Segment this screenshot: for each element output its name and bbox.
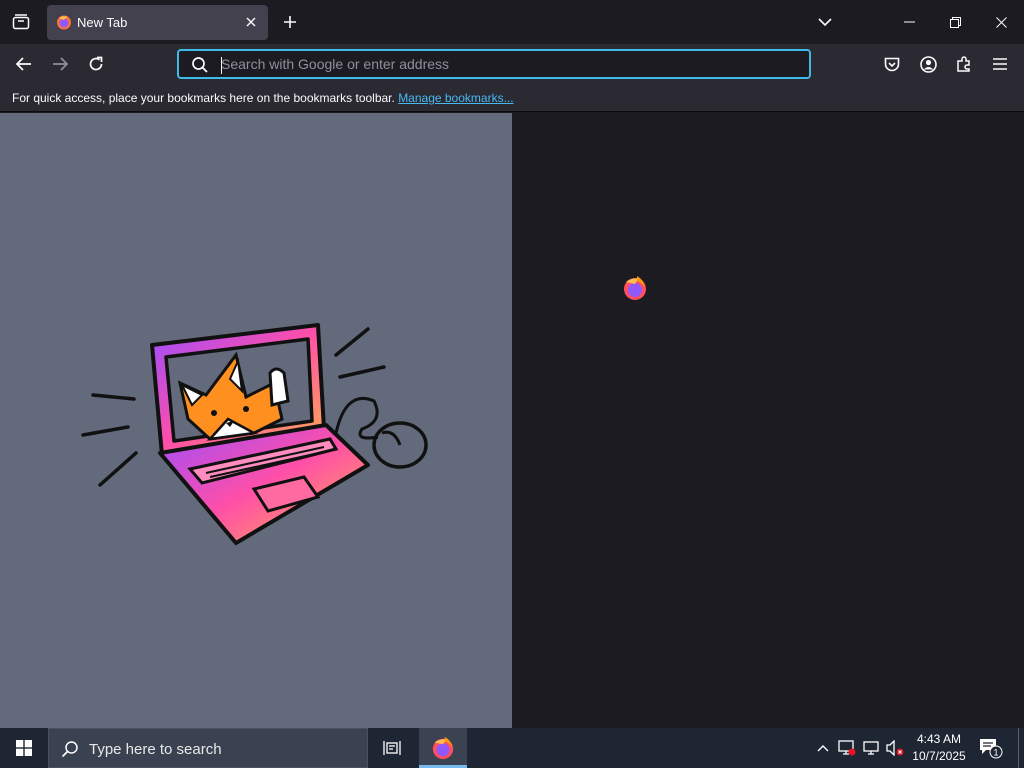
minimize-button[interactable] — [886, 0, 932, 44]
show-desktop-button[interactable] — [1018, 728, 1024, 768]
chevron-down-icon — [818, 18, 832, 26]
tray-security-icon-button[interactable] — [837, 738, 857, 758]
manage-bookmarks-link[interactable]: Manage bookmarks... — [398, 91, 513, 105]
network-icon — [863, 741, 879, 755]
clock-date: 10/7/2025 — [912, 749, 966, 763]
close-tab-button[interactable] — [242, 13, 260, 31]
plus-icon — [284, 16, 296, 28]
bookmarks-message-text: For quick access, place your bookmarks h… — [12, 91, 399, 105]
save-to-pocket-button[interactable] — [878, 50, 906, 78]
reload-icon — [89, 56, 103, 71]
show-hidden-icons-button[interactable] — [813, 738, 833, 758]
tab-strip: New Tab — [0, 0, 1024, 44]
firefox-icon — [57, 15, 71, 30]
account-button[interactable] — [914, 50, 942, 78]
task-view-button[interactable] — [370, 728, 414, 768]
application-menu-button[interactable] — [986, 50, 1014, 78]
list-all-tabs-button[interactable] — [813, 10, 837, 34]
text-caret — [221, 57, 222, 74]
address-input[interactable] — [221, 54, 791, 74]
pocket-icon — [884, 57, 900, 71]
windows-icon — [16, 740, 32, 756]
forward-icon — [53, 57, 68, 71]
bookmarks-empty-message: For quick access, place your bookmarks h… — [12, 91, 514, 105]
taskbar-clock[interactable]: 4:43 AM 10/7/2025 — [908, 731, 970, 765]
close-icon — [995, 16, 1007, 28]
bookmarks-toolbar: For quick access, place your bookmarks h… — [0, 84, 1024, 112]
taskbar-search-box[interactable]: Type here to search — [48, 728, 368, 768]
search-icon — [61, 741, 78, 758]
new-tab-button[interactable] — [278, 10, 302, 34]
back-icon — [16, 57, 31, 71]
notification-count: 1 — [993, 748, 998, 758]
restore-button[interactable] — [932, 0, 978, 44]
forward-button[interactable] — [46, 50, 74, 78]
taskbar-firefox-button[interactable] — [419, 728, 467, 768]
back-button[interactable] — [10, 50, 38, 78]
extensions-button[interactable] — [950, 50, 978, 78]
navigation-toolbar — [0, 44, 1024, 84]
chevron-up-icon — [817, 745, 829, 752]
menu-icon — [993, 58, 1007, 70]
notifications-icon: 1 — [980, 739, 1003, 759]
task-view-icon — [383, 741, 401, 755]
close-icon — [246, 17, 256, 27]
close-window-button[interactable] — [978, 0, 1024, 44]
onboarding-panel — [0, 113, 512, 728]
extensions-icon — [957, 56, 970, 72]
minimize-icon — [903, 21, 915, 23]
search-icon — [192, 57, 208, 73]
address-bar[interactable] — [177, 49, 811, 79]
network-button[interactable] — [861, 738, 881, 758]
action-center-button[interactable]: 1 — [978, 737, 1004, 759]
fox-laptop-illustration — [81, 323, 428, 545]
tab-list-button[interactable] — [0, 0, 42, 44]
tab-list-icon — [12, 14, 30, 30]
volume-muted-icon — [886, 740, 904, 756]
taskbar-search-placeholder: Type here to search — [89, 741, 222, 758]
firefox-icon — [432, 736, 454, 760]
restore-icon — [949, 16, 961, 28]
volume-button[interactable] — [885, 738, 905, 758]
monitor-alert-icon — [838, 740, 856, 756]
account-icon — [919, 55, 937, 73]
tab-title: New Tab — [77, 15, 128, 30]
firefox-logo-icon — [624, 276, 646, 300]
page-content — [0, 113, 1024, 728]
windows-taskbar: Type here to search 4:43 AM 10/7/2025 1 — [0, 728, 1024, 768]
tab-new-tab[interactable]: New Tab — [47, 5, 268, 40]
clock-time: 4:43 AM — [916, 732, 962, 746]
reload-button[interactable] — [82, 50, 110, 78]
start-button[interactable] — [0, 728, 48, 768]
